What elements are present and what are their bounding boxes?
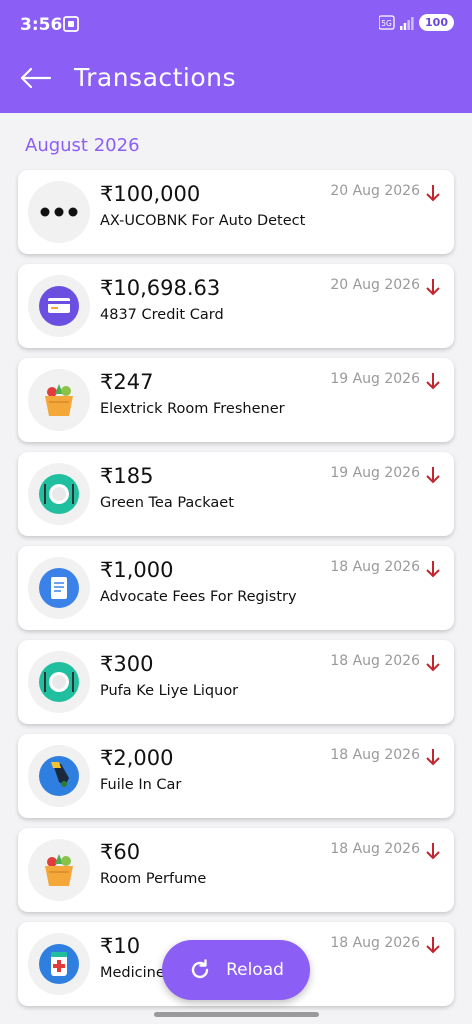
- category-avatar: [28, 463, 90, 525]
- transaction-description: Medicine: [100, 965, 165, 981]
- transaction-description: Room Perfume: [100, 871, 207, 887]
- debit-arrow-icon: [426, 279, 440, 296]
- transaction-date: 18 Aug 2026: [330, 841, 420, 857]
- gesture-navigation-bar[interactable]: [154, 1012, 319, 1017]
- transaction-card[interactable]: ₹300 Pufa Ke Liye Liquor 18 Aug 2026: [18, 640, 454, 724]
- transaction-date: 18 Aug 2026: [330, 653, 420, 669]
- month-section-header: August 2026: [25, 135, 140, 156]
- network-5g-icon: 5G: [379, 14, 395, 30]
- reload-button[interactable]: Reload: [162, 940, 310, 1000]
- debit-arrow-icon: [426, 561, 440, 578]
- category-avatar: [28, 651, 90, 713]
- fuel-pump-icon: [39, 756, 79, 796]
- screen-record-icon: [63, 16, 79, 32]
- transaction-amount: ₹2,000: [100, 746, 174, 770]
- category-avatar: [28, 933, 90, 995]
- transaction-description: Green Tea Packaet: [100, 495, 234, 511]
- food-plate-icon: [39, 662, 79, 702]
- transaction-date: 19 Aug 2026: [330, 371, 420, 387]
- transaction-description: Fuile In Car: [100, 777, 182, 793]
- battery-indicator: 100: [419, 14, 454, 31]
- transaction-card[interactable]: ₹247 Elextrick Room Freshener 19 Aug 202…: [18, 358, 454, 442]
- reload-label: Reload: [226, 960, 284, 980]
- transaction-amount: ₹100,000: [100, 182, 201, 206]
- transaction-amount: ₹247: [100, 370, 154, 394]
- debit-arrow-icon: [426, 185, 440, 202]
- category-avatar: [28, 557, 90, 619]
- grocery-basket-icon: [45, 854, 73, 886]
- transaction-card[interactable]: ₹60 Room Perfume 18 Aug 2026: [18, 828, 454, 912]
- transaction-description: Elextrick Room Freshener: [100, 401, 285, 417]
- debit-arrow-icon: [426, 467, 440, 484]
- category-avatar: [28, 275, 90, 337]
- transaction-description: Pufa Ke Liye Liquor: [100, 683, 239, 699]
- category-avatar: [28, 839, 90, 901]
- status-icons: 5G 100: [379, 14, 454, 31]
- page-title: Transactions: [74, 63, 237, 92]
- transaction-card[interactable]: ₹10,698.63 4837 Credit Card 20 Aug 2026: [18, 264, 454, 348]
- transaction-card[interactable]: ₹1,000 Advocate Fees For Registry 18 Aug…: [18, 546, 454, 630]
- more-dots-icon: [40, 207, 78, 217]
- transaction-card[interactable]: ₹100,000 AX-UCOBNK For Auto Detect 20 Au…: [18, 170, 454, 254]
- status-time: 3:56: [20, 15, 63, 35]
- transaction-date: 18 Aug 2026: [330, 935, 420, 951]
- transaction-description: Advocate Fees For Registry: [100, 589, 297, 605]
- transaction-date: 18 Aug 2026: [330, 747, 420, 763]
- transaction-date: 18 Aug 2026: [330, 559, 420, 575]
- transaction-card[interactable]: ₹2,000 Fuile In Car 18 Aug 2026: [18, 734, 454, 818]
- transaction-date: 20 Aug 2026: [330, 183, 420, 199]
- refresh-icon: [191, 959, 209, 979]
- transaction-date: 19 Aug 2026: [330, 465, 420, 481]
- status-bar: 3:56 5G 100: [0, 0, 472, 48]
- app-header: 3:56 5G 100 Transactions: [0, 0, 472, 113]
- document-icon: [39, 568, 79, 608]
- food-plate-icon: [39, 474, 79, 514]
- arrow-left-icon: [20, 67, 52, 89]
- debit-arrow-icon: [426, 937, 440, 954]
- svg-text:5G: 5G: [381, 19, 392, 28]
- category-avatar: [28, 745, 90, 807]
- transaction-amount: ₹300: [100, 652, 154, 676]
- transaction-card[interactable]: ₹185 Green Tea Packaet 19 Aug 2026: [18, 452, 454, 536]
- credit-card-icon: [39, 286, 79, 326]
- signal-icon: [400, 16, 414, 30]
- transaction-description: AX-UCOBNK For Auto Detect: [100, 213, 306, 229]
- transaction-amount: ₹10,698.63: [100, 276, 221, 300]
- transaction-amount: ₹60: [100, 840, 141, 864]
- transaction-amount: ₹1,000: [100, 558, 174, 582]
- transaction-amount: ₹185: [100, 464, 154, 488]
- grocery-basket-icon: [45, 384, 73, 416]
- category-avatar: [28, 181, 90, 243]
- debit-arrow-icon: [426, 749, 440, 766]
- medicine-icon: [39, 944, 79, 984]
- debit-arrow-icon: [426, 655, 440, 672]
- transaction-description: 4837 Credit Card: [100, 307, 224, 323]
- category-avatar: [28, 369, 90, 431]
- transaction-date: 20 Aug 2026: [330, 277, 420, 293]
- debit-arrow-icon: [426, 373, 440, 390]
- debit-arrow-icon: [426, 843, 440, 860]
- back-button[interactable]: [16, 62, 56, 94]
- transaction-amount: ₹10: [100, 934, 141, 958]
